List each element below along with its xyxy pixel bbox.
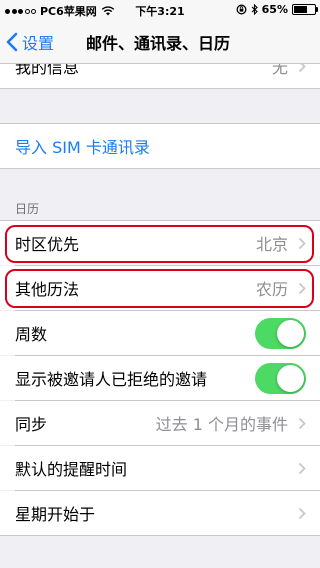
status-right: 65% <box>236 3 318 16</box>
bluetooth-icon <box>251 4 258 15</box>
show-declined-label: 显示被邀请人已拒绝的邀请 <box>15 370 208 389</box>
battery-level-fill <box>294 6 307 13</box>
week-start-row[interactable]: 星期开始于 <box>0 491 320 535</box>
toggle-knob <box>277 364 304 392</box>
sync-value: 过去 1 个月的事件 <box>155 415 288 434</box>
divider <box>0 535 320 536</box>
week-numbers-row: 周数 <box>0 311 320 355</box>
battery-icon <box>292 4 318 15</box>
chevron-left-icon <box>6 32 18 52</box>
chevron-right-icon <box>298 507 306 519</box>
divider <box>0 168 320 169</box>
timezone-override-row[interactable]: 时区优先 北京 <box>0 221 320 265</box>
my-info-value: 无 <box>271 64 288 77</box>
week-numbers-toggle[interactable] <box>255 317 306 349</box>
divider <box>0 88 320 89</box>
default-alert-row[interactable]: 默认的提醒时间 <box>0 446 320 490</box>
chevron-right-icon <box>298 462 306 474</box>
rotation-lock-icon <box>236 4 247 15</box>
show-declined-toggle[interactable] <box>255 362 306 394</box>
my-info-row[interactable]: 我的信息 无 <box>0 64 320 88</box>
chevron-right-icon <box>298 417 306 429</box>
navigation-bar: 设置 邮件、通讯录、日历 <box>0 20 320 64</box>
default-alert-label: 默认的提醒时间 <box>15 460 128 479</box>
calendar-section-header: 日历 <box>15 202 40 216</box>
my-info-label: 我的信息 <box>15 64 80 77</box>
chevron-right-icon <box>298 282 306 294</box>
alternate-calendar-value: 农历 <box>255 280 288 299</box>
chevron-right-icon <box>298 237 306 249</box>
alternate-calendar-label: 其他历法 <box>15 280 80 299</box>
import-sim-contacts-button[interactable]: 导入 SIM 卡通讯录 <box>0 124 320 168</box>
settings-list[interactable]: 我的信息 无 导入 SIM 卡通讯录 日历 时区优先 北京 其他历法 农历 周数 <box>0 64 320 568</box>
back-button-label: 设置 <box>22 34 55 53</box>
week-start-label: 星期开始于 <box>15 505 96 524</box>
page-title: 邮件、通讯录、日历 <box>86 34 231 53</box>
status-bar: PC6苹果网 下午3:21 65% <box>0 0 320 20</box>
sync-row[interactable]: 同步 过去 1 个月的事件 <box>0 401 320 445</box>
battery-percent: 65% <box>261 3 288 16</box>
week-numbers-label: 周数 <box>15 325 48 344</box>
chevron-right-icon <box>298 64 306 72</box>
import-sim-label: 导入 SIM 卡通讯录 <box>15 138 150 157</box>
toggle-knob <box>277 319 304 347</box>
show-declined-row: 显示被邀请人已拒绝的邀请 <box>0 356 320 400</box>
back-button[interactable]: 设置 <box>6 20 54 64</box>
sync-label: 同步 <box>15 415 48 434</box>
timezone-value: 北京 <box>255 235 288 254</box>
timezone-label: 时区优先 <box>15 235 80 254</box>
alternate-calendar-row[interactable]: 其他历法 农历 <box>0 266 320 310</box>
